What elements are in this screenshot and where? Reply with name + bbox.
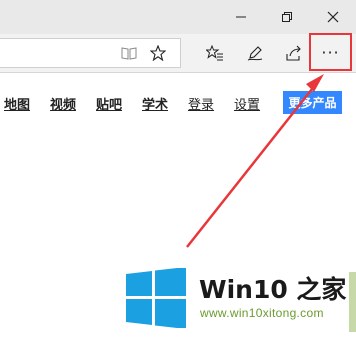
decorative-accent <box>349 272 356 332</box>
arrow-head-icon <box>306 74 324 92</box>
watermark-brand: Win10 之家 <box>199 275 347 304</box>
windows-logo-icon <box>126 268 186 328</box>
watermark-url: www.win10xitong.com <box>200 306 324 320</box>
